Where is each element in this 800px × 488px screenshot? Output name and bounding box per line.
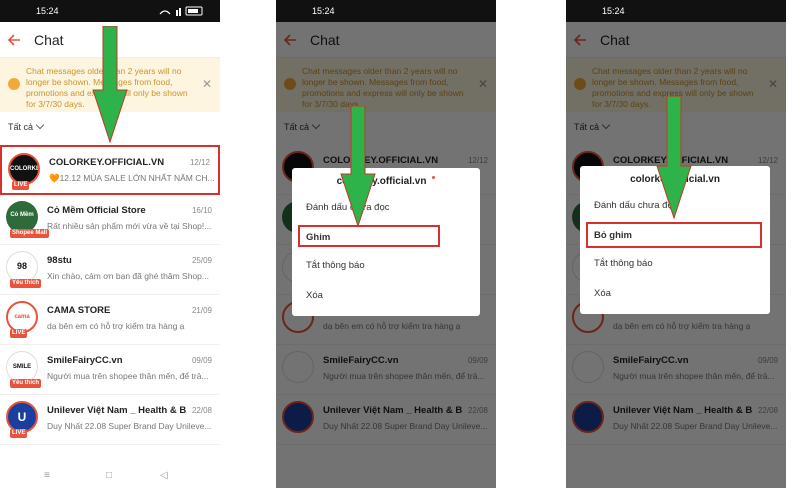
delete-option[interactable]: Xóa <box>306 290 323 301</box>
chat-row[interactable]: 98 Yêu thích 98stu 25/09 Xin chào, cảm ơ… <box>0 245 220 295</box>
chat-options-dialog: colorkey.official.vn Đánh dấu chưa đọc G… <box>292 168 480 316</box>
highlight-box <box>298 225 440 247</box>
favorite-badge: Yêu thích <box>10 379 42 388</box>
status-time: 15:24 <box>602 6 625 16</box>
chat-preview: Xin chào, cảm ơn bạn đã ghé thăm Shop... <box>47 271 209 281</box>
chat-date: 21/09 <box>191 306 212 315</box>
system-navbar: ≡ □ ◁ <box>0 462 220 488</box>
page-title: Chat <box>34 32 64 48</box>
delete-option[interactable]: Xóa <box>594 288 611 299</box>
chat-name: Unilever Việt Nam _ Health & B... <box>47 405 187 416</box>
red-dot-icon <box>432 176 436 179</box>
filter-label: Tất cả <box>8 122 34 132</box>
chat-date: 22/08 <box>191 406 212 415</box>
chat-preview: 🧡12.12 MÙA SALE LỚN NHẤT NĂM CH... <box>49 173 214 183</box>
chevron-down-icon <box>35 120 45 130</box>
chat-date: 16/10 <box>191 206 212 215</box>
chat-list: COLORKEY LIVE COLORKEY.OFFICIAL.VN 12/12… <box>0 145 220 445</box>
chat-date: 25/09 <box>191 256 212 265</box>
status-time: 15:24 <box>312 6 335 16</box>
chat-date: 12/12 <box>189 158 210 167</box>
chat-row[interactable]: Cỏ Mềm Shopee Mall Cỏ Mềm Official Store… <box>0 195 220 245</box>
back-nav-button[interactable]: ◁ <box>160 470 168 481</box>
favorite-badge: Yêu thích <box>10 279 42 288</box>
live-badge: LIVE <box>12 181 30 190</box>
filter-dropdown[interactable]: Tất cả <box>8 120 45 132</box>
chat-date: 09/09 <box>191 356 212 365</box>
status-bar: 15:24 <box>566 0 786 22</box>
mute-option[interactable]: Tắt thông báo <box>306 260 365 271</box>
phone-chat-list: 15:24 Chat Chat messages older than 2 ye… <box>0 0 220 488</box>
chat-name: 98stu <box>47 255 72 266</box>
green-arrow-indicator <box>340 106 376 228</box>
live-badge: LIVE <box>10 329 28 338</box>
chat-row[interactable]: cama LIVE CAMA STORE 21/09 dạ bên em có … <box>0 295 220 345</box>
phone-pin-dialog: 15:24 Chat Chat messages older than 2 ye… <box>276 0 496 488</box>
back-arrow-icon[interactable] <box>6 31 24 49</box>
status-bar: 15:24 <box>0 0 220 22</box>
chat-preview: Duy Nhất 22.08 Super Brand Day Unileve..… <box>47 421 212 431</box>
chat-preview: dạ bên em có hỗ trợ kiểm tra hàng ạ <box>47 321 185 331</box>
menu-nav-button[interactable]: ≡ <box>44 470 50 481</box>
mute-option[interactable]: Tắt thông báo <box>594 258 653 269</box>
live-badge: LIVE <box>10 429 28 438</box>
chat-name: CAMA STORE <box>47 305 111 316</box>
info-icon <box>8 78 20 90</box>
mall-badge: Shopee Mall <box>10 229 50 238</box>
chat-row[interactable]: U LIVE Unilever Việt Nam _ Health & B...… <box>0 395 220 445</box>
highlight-box <box>586 222 762 248</box>
dialog-title: colorkey.official.vn <box>292 176 480 187</box>
chat-row[interactable]: SMILE Yêu thích SmileFairyCC.vn 09/09 Ng… <box>0 345 220 395</box>
chat-preview: Rất nhiều sản phẩm mới vừa về tại Shop!.… <box>47 221 212 231</box>
chat-row-colorkey[interactable]: COLORKEY LIVE COLORKEY.OFFICIAL.VN 12/12… <box>0 145 220 195</box>
tutorial-stage: 15:24 Chat Chat messages older than 2 ye… <box>0 0 800 488</box>
chat-name: Cỏ Mềm Official Store <box>47 205 146 216</box>
phone-unpin-dialog: 15:24 Chat Chat messages older than 2 ye… <box>566 0 786 488</box>
chat-name: COLORKEY.OFFICIAL.VN <box>49 157 165 168</box>
status-bar: 15:24 <box>276 0 496 22</box>
green-arrow-indicator <box>656 96 692 220</box>
close-icon[interactable]: ✕ <box>202 78 212 90</box>
status-time: 15:24 <box>36 6 59 16</box>
chat-preview: Người mua trên shopee thân mến, để trả..… <box>47 371 209 381</box>
status-icons <box>159 6 203 16</box>
green-arrow-indicator <box>92 26 128 144</box>
chat-name: SmileFairyCC.vn <box>47 355 123 366</box>
home-nav-button[interactable]: □ <box>106 470 112 481</box>
